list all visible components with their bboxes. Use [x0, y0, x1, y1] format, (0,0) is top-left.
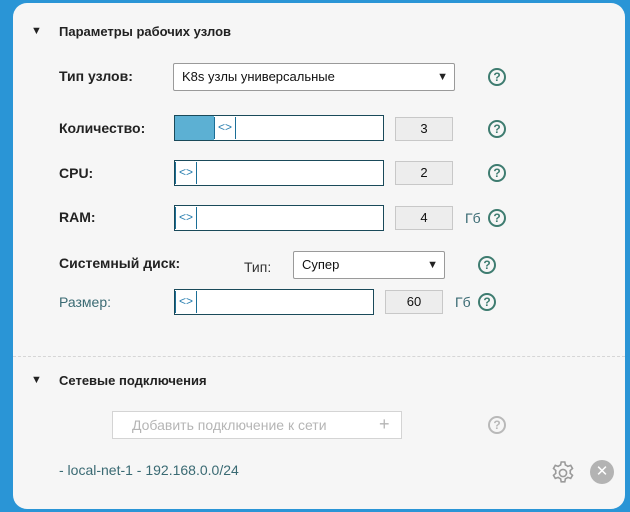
disk-size-value-field[interactable]: 60: [385, 290, 443, 314]
slider-handle-chevrons-icon[interactable]: <>: [175, 162, 197, 184]
help-icon[interactable]: ?: [488, 209, 506, 227]
config-panel: ▼ Параметры рабочих узлов Тип узлов: K8s…: [13, 3, 625, 509]
slider-fill: [175, 116, 214, 140]
close-circle-icon[interactable]: ✕: [590, 460, 614, 484]
ram-value-field[interactable]: 4: [395, 206, 453, 230]
plus-icon: +: [379, 414, 390, 434]
system-disk-label: Системный диск:: [59, 255, 181, 271]
disk-type-select[interactable]: Супер ▼: [293, 251, 445, 279]
disk-size-label: Размер:: [59, 294, 112, 310]
section-divider: [13, 356, 625, 357]
slider-handle-chevrons-icon[interactable]: <>: [175, 207, 197, 229]
cpu-label: CPU:: [59, 165, 94, 181]
chevron-down-icon: ▼: [427, 259, 438, 271]
ram-slider[interactable]: <>: [174, 205, 384, 231]
node-type-value: K8s узлы универсальные: [182, 69, 335, 84]
help-icon[interactable]: ?: [488, 416, 506, 434]
count-slider[interactable]: <>: [174, 115, 384, 141]
ram-label: RAM:: [59, 209, 96, 225]
section-title-network: Сетевые подключения: [59, 373, 207, 388]
cpu-value-field[interactable]: 2: [395, 161, 453, 185]
node-type-label: Тип узлов:: [59, 68, 133, 84]
help-icon[interactable]: ?: [488, 120, 506, 138]
slider-handle-chevrons-icon[interactable]: <>: [175, 291, 197, 313]
count-label: Количество:: [59, 120, 146, 136]
collapse-triangle-icon[interactable]: ▼: [31, 374, 42, 386]
help-icon[interactable]: ?: [488, 68, 506, 86]
collapse-triangle-icon[interactable]: ▼: [31, 25, 42, 37]
add-network-connection-button[interactable]: Добавить подключение к сети +: [112, 411, 402, 439]
cpu-slider[interactable]: <>: [174, 160, 384, 186]
network-item: - local-net-1 - 192.168.0.0/24: [59, 462, 239, 478]
node-type-select[interactable]: K8s узлы универсальные ▼: [173, 63, 455, 91]
help-icon[interactable]: ?: [478, 256, 496, 274]
disk-size-slider[interactable]: <>: [174, 289, 374, 315]
chevron-down-icon: ▼: [437, 71, 448, 83]
ram-unit: Гб: [465, 210, 481, 226]
disk-type-value: Супер: [302, 257, 340, 272]
section-title-worker-params: Параметры рабочих узлов: [59, 24, 232, 39]
help-icon[interactable]: ?: [488, 164, 506, 182]
count-value-field[interactable]: 3: [395, 117, 453, 141]
slider-handle-chevrons-icon[interactable]: <>: [214, 117, 236, 139]
gear-icon[interactable]: [549, 459, 577, 487]
help-icon[interactable]: ?: [478, 293, 496, 311]
add-connection-label: Добавить подключение к сети: [132, 417, 327, 433]
disk-size-unit: Гб: [455, 294, 471, 310]
disk-type-label: Тип:: [244, 259, 272, 275]
